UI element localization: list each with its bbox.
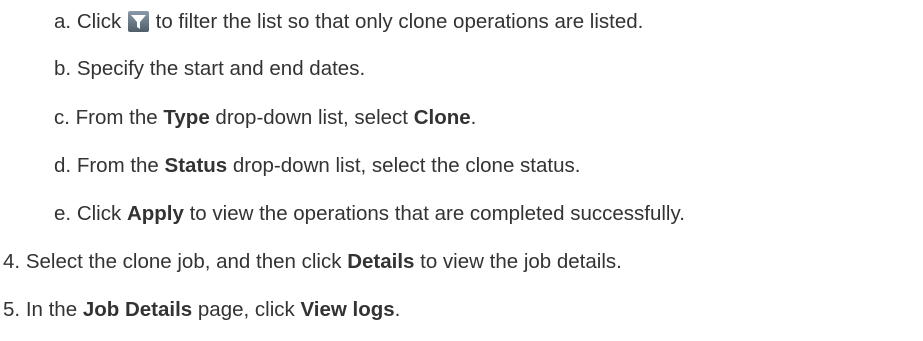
details-label: Details xyxy=(347,250,415,273)
step-c-text-2: drop-down list, select xyxy=(215,106,408,129)
job-details-label: Job Details xyxy=(82,298,193,321)
step-b: b. Specify the start and end dates. xyxy=(54,55,365,83)
step-5-marker: 5. xyxy=(3,298,21,321)
step-e-text-1: Click xyxy=(76,202,122,225)
step-d-marker: d. xyxy=(54,154,72,177)
apply-label: Apply xyxy=(126,202,184,225)
step-a-text-1: Click xyxy=(76,10,122,33)
step-5-text-1: In the xyxy=(25,298,78,321)
clone-option-label: Clone xyxy=(413,106,471,129)
filter-icon xyxy=(127,11,149,32)
step-5: 5. In the Job Details page, click View l… xyxy=(3,296,400,324)
step-d: d. From the Status drop-down list, selec… xyxy=(54,152,580,180)
status-label: Status xyxy=(164,154,228,177)
step-b-marker: b. xyxy=(54,57,72,80)
step-a-text-2: to filter the list so that only clone op… xyxy=(155,10,644,33)
step-a-marker: a. xyxy=(54,10,72,33)
step-e-text-2: to view the operations that are complete… xyxy=(189,202,685,225)
step-c-text-3: . xyxy=(470,106,477,129)
step-e: e. Click Apply to view the operations th… xyxy=(54,200,685,228)
step-e-marker: e. xyxy=(54,202,72,225)
step-4-marker: 4. xyxy=(3,250,21,273)
step-5-text-2: page, click xyxy=(197,298,295,321)
view-logs-label: View logs xyxy=(300,298,395,321)
step-4-text-1: Select the clone job, and then click xyxy=(25,250,342,273)
step-d-text-1: From the xyxy=(76,154,159,177)
step-a: a. Click to filter the list so that only… xyxy=(54,8,643,36)
step-c-text-1: From the xyxy=(75,106,158,129)
step-4: 4. Select the clone job, and then click … xyxy=(3,248,622,276)
type-label: Type xyxy=(163,106,210,129)
step-c-marker: c. xyxy=(54,106,70,129)
step-4-text-2: to view the job details. xyxy=(420,250,622,273)
step-d-text-2: drop-down list, select the clone status. xyxy=(232,154,581,177)
step-b-text-1: Specify the start and end dates. xyxy=(76,57,366,80)
step-5-text-3: . xyxy=(394,298,401,321)
step-c: c. From the Type drop-down list, select … xyxy=(54,104,476,132)
